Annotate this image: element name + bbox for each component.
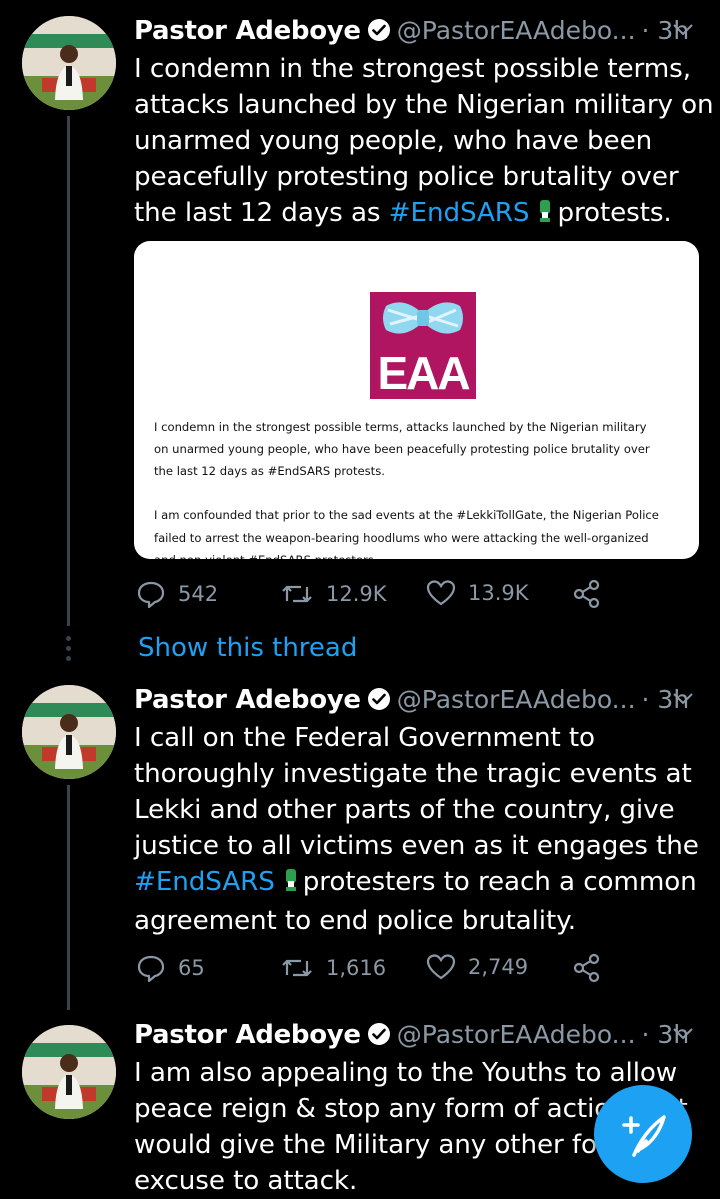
- avatar-image: [22, 16, 116, 110]
- retweet-button[interactable]: 1,616: [280, 953, 386, 983]
- share-icon: [573, 953, 600, 983]
- author-name[interactable]: Pastor Adeboye: [134, 1020, 361, 1050]
- avatar[interactable]: [22, 1025, 116, 1119]
- reply-count: 65: [178, 956, 205, 980]
- tweet-actions: 65 1,616 2,749: [134, 953, 614, 987]
- show-thread-link[interactable]: Show this thread: [138, 633, 357, 663]
- author-handle[interactable]: @PastorEAAdebo...: [397, 1020, 636, 1049]
- verified-badge-icon: [367, 687, 391, 715]
- media-paragraph-1-line-1: I condemn in the strongest possible term…: [154, 420, 647, 434]
- reply-icon: [137, 581, 165, 609]
- verified-badge-icon: [367, 18, 391, 46]
- like-button[interactable]: 13.9K: [426, 579, 529, 607]
- share-icon: [573, 579, 600, 609]
- like-count: 2,749: [468, 955, 529, 979]
- raised-fist-emoji-icon: [283, 867, 299, 903]
- avatar-image: [22, 685, 116, 779]
- tweet-actions: 542 12.9K 13.9K: [134, 579, 614, 613]
- tweet-text-main: I call on the Federal Government to thor…: [134, 723, 699, 861]
- raised-fist-emoji-icon: [537, 198, 553, 234]
- tweet-media-image[interactable]: EAA I condemn in the strongest possible …: [134, 241, 699, 559]
- reply-button[interactable]: 65: [136, 953, 205, 983]
- chevron-down-icon[interactable]: [672, 22, 694, 41]
- avatar[interactable]: [22, 16, 116, 110]
- share-button[interactable]: [572, 953, 602, 983]
- logo-text: EAA: [377, 347, 470, 399]
- compose-tweet-icon: [622, 1115, 666, 1157]
- chevron-down-icon[interactable]: [672, 691, 694, 710]
- share-button[interactable]: [572, 579, 602, 609]
- media-paragraph-2-line-2: failed to arrest the weapon-bearing hood…: [154, 531, 649, 545]
- reply-icon: [137, 955, 165, 983]
- retweet-button[interactable]: 12.9K: [280, 579, 387, 609]
- hashtag-link[interactable]: #EndSARS: [389, 198, 530, 228]
- retweet-count: 1,616: [326, 956, 387, 980]
- eaa-logo: EAA: [370, 292, 476, 399]
- reply-button[interactable]: 542: [136, 579, 218, 609]
- author-handle[interactable]: @PastorEAAdebo...: [397, 685, 636, 714]
- compose-tweet-button[interactable]: [594, 1085, 692, 1183]
- retweet-count: 12.9K: [326, 582, 387, 606]
- like-count: 13.9K: [468, 581, 529, 605]
- tweet-2[interactable]: Pastor Adeboye @PastorEAAdebo... · 3h I ca…: [0, 685, 720, 1005]
- media-paragraph-1-line-3: the last 12 days as #EndSARS protests.: [154, 464, 385, 478]
- media-paragraph-2-line-3: and non-violent #EndSARS protesters: [154, 549, 684, 559]
- author-name[interactable]: Pastor Adeboye: [134, 685, 361, 715]
- hashtag-link[interactable]: #EndSARS: [134, 867, 275, 897]
- author-handle[interactable]: @PastorEAAdebo...: [397, 16, 636, 45]
- like-button[interactable]: 2,749: [426, 953, 528, 981]
- chevron-down-icon[interactable]: [672, 1026, 694, 1045]
- reply-count: 542: [178, 582, 219, 606]
- like-icon: [426, 954, 456, 980]
- thread-dots: [66, 636, 71, 661]
- tweet-text-end: protests.: [557, 198, 672, 228]
- verified-badge-icon: [367, 1022, 391, 1050]
- retweet-icon: [282, 585, 312, 603]
- media-paragraph-1-line-2: on unarmed young people, who have been p…: [154, 442, 650, 456]
- avatar[interactable]: [22, 685, 116, 779]
- author-name[interactable]: Pastor Adeboye: [134, 16, 361, 46]
- tweet-text: I condemn in the strongest possible term…: [134, 51, 714, 234]
- tweet-text: I call on the Federal Government to thor…: [134, 720, 714, 939]
- media-paragraph-2-line-1: I am confounded that prior to the sad ev…: [154, 508, 659, 522]
- retweet-icon: [282, 959, 312, 977]
- avatar-image: [22, 1025, 116, 1119]
- like-icon: [426, 580, 456, 606]
- tweet-1[interactable]: Pastor Adeboye @PastorEAAdebo... · 3h I co…: [0, 16, 720, 636]
